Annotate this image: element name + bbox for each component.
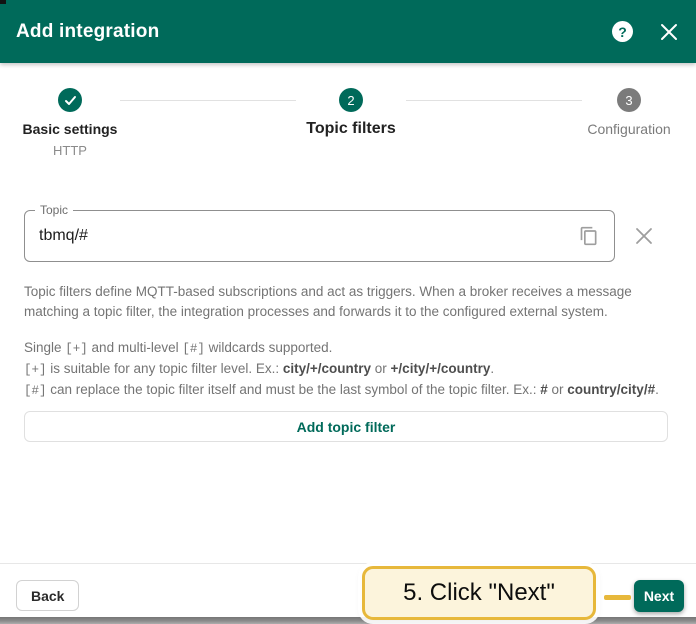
- page-corner-artifact: [0, 0, 6, 4]
- step-label: Basic settings: [22, 121, 118, 137]
- topic-field-label: Topic: [35, 203, 74, 217]
- help-icon: ?: [612, 21, 633, 42]
- copy-icon: [579, 226, 599, 246]
- single-wildcard-token: [+]: [24, 363, 47, 377]
- topic-field[interactable]: Topic tbmq/#: [24, 203, 615, 262]
- single-wildcard-token: [+]: [65, 342, 88, 356]
- topic-filter-row: Topic tbmq/#: [24, 203, 672, 262]
- close-icon: [660, 23, 678, 41]
- step-configuration[interactable]: 3 Configuration: [582, 88, 676, 137]
- step-number-badge: 3: [617, 88, 641, 112]
- multi-wildcard-token: [#]: [24, 384, 47, 398]
- step-topic-filters[interactable]: 2 Topic filters: [296, 88, 406, 138]
- step-connector: [406, 100, 582, 101]
- header-actions: ?: [612, 21, 678, 42]
- stepper: Basic settings HTTP 2 Topic filters 3 Co…: [0, 63, 696, 170]
- clear-icon: [634, 226, 654, 246]
- help-button[interactable]: ?: [612, 21, 633, 42]
- example-topic: #: [540, 382, 548, 397]
- topic-field-value[interactable]: tbmq/#: [39, 227, 88, 245]
- example-topic: country/city/#: [567, 382, 656, 397]
- step-connector: [120, 100, 296, 101]
- copy-button[interactable]: [570, 217, 608, 255]
- close-button[interactable]: [660, 23, 678, 41]
- step-complete-icon: [58, 88, 82, 112]
- step-label-active: Topic filters: [306, 120, 396, 137]
- dialog-header: Add integration ?: [0, 0, 696, 63]
- tutorial-annotation: 5. Click "Next": [362, 566, 596, 620]
- example-topic: +/city/+/country: [390, 361, 491, 376]
- remove-topic-filter-button[interactable]: [627, 219, 661, 253]
- step-sublabel: HTTP: [53, 143, 87, 158]
- wildcards-line-hash: [#] can replace the topic filter itself …: [24, 382, 659, 398]
- annotation-connector-line: [604, 595, 631, 600]
- step-label: Configuration: [587, 121, 671, 137]
- dialog-title: Add integration: [16, 20, 160, 42]
- add-integration-dialog: Add integration ? Basic settings HTTP 2 …: [0, 0, 696, 624]
- wildcards-line-supported: Single [+] and multi-level [#] wildcards…: [24, 340, 333, 356]
- bottom-edge-strip: [0, 617, 696, 624]
- next-button[interactable]: Next: [634, 580, 684, 612]
- add-topic-filter-button[interactable]: Add topic filter: [24, 411, 668, 442]
- example-topic: city/+/country: [282, 361, 372, 376]
- multi-wildcard-token: [#]: [182, 342, 205, 356]
- topic-filters-description: Topic filters define MQTT-based subscrip…: [24, 284, 632, 319]
- back-button[interactable]: Back: [16, 580, 80, 611]
- step-basic-settings[interactable]: Basic settings HTTP: [20, 88, 120, 158]
- wildcards-line-plus: [+] is suitable for any topic filter lev…: [24, 361, 495, 377]
- step-number-badge: 2: [339, 88, 363, 112]
- wildcards-help: Single [+] and multi-level [#] wildcards…: [24, 338, 672, 401]
